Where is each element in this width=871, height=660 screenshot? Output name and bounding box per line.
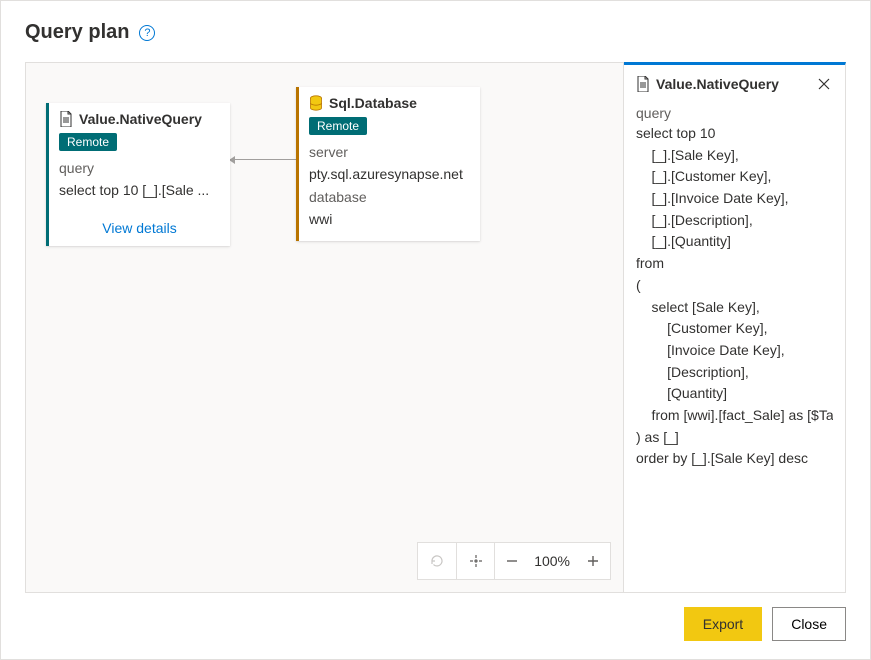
details-param-label: query <box>636 105 833 121</box>
node-body: query select top 10 [_].[Sale ... <box>49 157 230 212</box>
reset-view-button[interactable] <box>418 543 456 579</box>
node-title: Sql.Database <box>329 95 417 111</box>
node-sql-database[interactable]: Sql.Database Remote server pty.sql.azure… <box>296 87 480 241</box>
fit-view-button[interactable] <box>456 543 494 579</box>
query-plan-dialog: Query plan ? Value.NativeQuery Remote qu… <box>0 0 871 660</box>
node-native-query[interactable]: Value.NativeQuery Remote query select to… <box>46 103 230 246</box>
edge-arrow <box>230 159 296 160</box>
zoom-toolbar: 100% <box>417 542 611 580</box>
dialog-title: Query plan <box>25 21 129 44</box>
close-details-button[interactable] <box>815 75 833 93</box>
param-value: select top 10 [_].[Sale ... <box>59 179 220 201</box>
database-label: database <box>309 186 470 208</box>
plan-canvas[interactable]: Value.NativeQuery Remote query select to… <box>25 62 624 593</box>
param-label: query <box>59 157 220 179</box>
zoom-percent: 100% <box>528 543 576 579</box>
remote-badge: Remote <box>59 133 117 151</box>
server-value: pty.sql.azuresynapse.net <box>309 163 470 185</box>
database-icon <box>309 95 323 111</box>
details-query-text: select top 10 [_].[Sale Key], [_].[Custo… <box>636 123 833 470</box>
dialog-footer: Export Close <box>25 607 846 641</box>
details-header: Value.NativeQuery <box>636 75 833 93</box>
server-label: server <box>309 141 470 163</box>
node-header: Value.NativeQuery <box>49 103 230 131</box>
close-button[interactable]: Close <box>772 607 846 641</box>
document-icon <box>636 76 650 92</box>
zoom-out-button[interactable] <box>494 543 528 579</box>
help-icon[interactable]: ? <box>139 25 155 41</box>
remote-badge: Remote <box>309 117 367 135</box>
details-panel: Value.NativeQuery query select top 10 [_… <box>624 62 846 593</box>
details-title: Value.NativeQuery <box>656 76 779 92</box>
dialog-header: Query plan ? <box>25 21 846 44</box>
document-icon <box>59 111 73 127</box>
node-title: Value.NativeQuery <box>79 111 202 127</box>
export-button[interactable]: Export <box>684 607 762 641</box>
database-value: wwi <box>309 208 470 230</box>
node-header: Sql.Database <box>299 87 480 115</box>
view-details-link[interactable]: View details <box>49 212 230 246</box>
zoom-in-button[interactable] <box>576 543 610 579</box>
dialog-body: Value.NativeQuery Remote query select to… <box>25 62 846 593</box>
node-body: server pty.sql.azuresynapse.net database… <box>299 141 480 241</box>
